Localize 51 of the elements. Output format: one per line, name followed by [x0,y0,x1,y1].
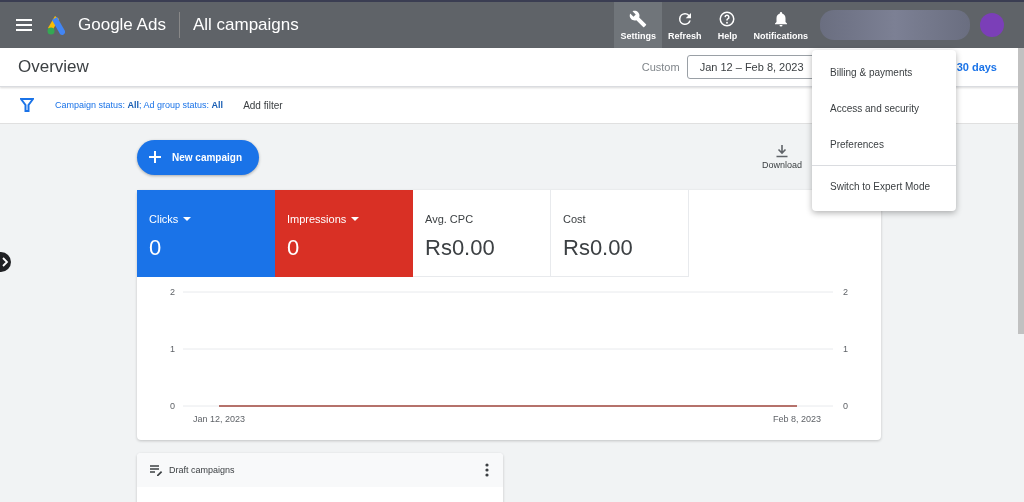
metric-tile[interactable]: Impressions 0 [275,190,413,277]
edit-list-icon [150,464,163,476]
date-label: Custom [641,61,680,73]
download-icon [775,144,789,158]
axis-label: 1 [170,344,175,354]
axis-label: 2 [843,287,848,297]
filter-icon[interactable] [20,98,34,112]
metric-tile[interactable]: Clicks 0 [137,190,275,277]
toolbar-button[interactable]: Refresh [661,2,708,48]
metric-value: 0 [287,235,301,261]
product-name: Google Ads [78,15,166,35]
menu-item[interactable]: Access and security [812,90,956,126]
overview-title: Overview [18,57,89,77]
toolbar-button[interactable]: Help [707,2,748,48]
chevron-icon [1,257,9,267]
axis-label: 2 [170,287,175,297]
toolbar-button[interactable]: Settings [614,2,662,48]
menu-icon[interactable] [16,19,32,31]
metric-value: Rs0.00 [563,235,634,261]
metric-label: Impressions [287,213,360,225]
toolbar-button[interactable]: Notifications [747,2,814,48]
menu-item[interactable]: Billing & payments [812,54,956,90]
caret-icon [183,217,192,221]
menu-item[interactable]: Preferences [812,126,956,162]
caret-icon [351,217,360,221]
metric-label: Avg. CPC [425,213,474,225]
scrollbar[interactable] [1018,48,1024,334]
filter-summary[interactable]: Campaign status: All; Ad group status: All [55,100,224,110]
wrench-icon [629,9,648,28]
more-icon[interactable] [485,463,489,477]
date-preset-link[interactable]: 30 days [956,61,997,73]
help-icon [718,9,737,28]
new-campaign-button[interactable]: New campaign [137,139,260,175]
download-button[interactable]: Download [761,144,802,170]
menu-item[interactable]: Switch to Expert Mode [812,165,956,207]
metric-label: Cost [563,213,586,225]
metric-value: 0 [149,235,163,261]
page-title: All campaigns [192,15,299,35]
axis-label: Jan 12, 2023 [193,414,245,424]
metric-label: Clicks [149,213,192,225]
axis-label: 1 [843,344,848,354]
axis-label: 0 [170,401,175,411]
axis-label: 0 [843,401,848,411]
metric-tile[interactable]: Avg. CPC Rs0.00 [413,190,551,277]
metric-tile[interactable]: Cost Rs0.00 [551,190,689,277]
axis-label: Feb 8, 2023 [773,414,821,424]
plus-icon [148,150,162,164]
add-filter-button[interactable]: Add filter [243,99,283,111]
date-range-field[interactable]: Jan 12 – Feb 8, 2023 [686,55,815,79]
metric-value: Rs0.00 [425,235,496,261]
card-title: Draft campaigns [169,465,235,475]
